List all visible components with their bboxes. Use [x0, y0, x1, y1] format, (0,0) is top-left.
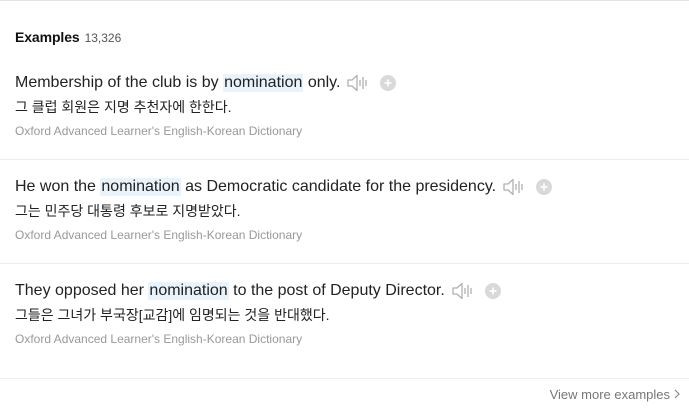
- view-more-label: View more examples: [549, 386, 670, 402]
- sentence-text: They opposed her: [15, 282, 149, 299]
- example-divider: [0, 263, 689, 264]
- plus-icon: [540, 183, 548, 191]
- add-button[interactable]: [380, 75, 397, 91]
- sentence-text: to the post of Deputy Director.: [228, 282, 445, 299]
- example-item: Membership of the club is by nomination …: [0, 70, 689, 174]
- example-item: He won the nomination as Democratic cand…: [0, 174, 689, 278]
- keyword-highlight[interactable]: nomination: [100, 178, 181, 196]
- example-translation: 그들은 그녀가 부국장[교감]에 임명되는 것을 반대했다.: [15, 307, 330, 323]
- examples-count: 13,326: [84, 31, 122, 45]
- example-translation: 그 클럽 회원은 지명 추천자에 한한다.: [15, 99, 232, 115]
- keyword-highlight[interactable]: nomination: [223, 74, 304, 92]
- sentence-text: only.: [303, 74, 341, 91]
- plus-icon: [384, 79, 392, 87]
- speaker-button[interactable]: [452, 281, 474, 301]
- sentence-text: as Democratic candidate for the presiden…: [180, 178, 497, 195]
- chevron-right-icon: [674, 389, 680, 399]
- speaker-icon: [452, 282, 472, 300]
- footer-divider: [0, 378, 689, 379]
- sentence-text: He won the: [15, 178, 101, 195]
- sentence-text: Membership of the club is by: [15, 74, 224, 91]
- speaker-icon: [503, 178, 523, 196]
- top-divider: [0, 0, 689, 1]
- example-item: They opposed her nomination to the post …: [0, 278, 689, 382]
- speaker-icon: [347, 74, 368, 92]
- examples-title: Examples: [15, 29, 80, 45]
- keyword-highlight[interactable]: nomination: [148, 282, 229, 300]
- example-divider: [0, 159, 689, 160]
- add-button[interactable]: [536, 179, 553, 195]
- speaker-button[interactable]: [347, 73, 369, 93]
- example-source: Oxford Advanced Learner's English-Korean…: [15, 332, 303, 346]
- example-sentence: They opposed her nomination to the post …: [15, 278, 501, 304]
- example-sentence: He won the nomination as Democratic cand…: [15, 174, 553, 200]
- example-translation: 그는 민주당 대통령 후보로 지명받았다.: [15, 203, 241, 219]
- plus-icon: [489, 287, 497, 295]
- example-sentence: Membership of the club is by nomination …: [15, 70, 397, 96]
- add-button[interactable]: [484, 283, 501, 299]
- examples-header: Examples 13,326: [15, 29, 121, 47]
- speaker-button[interactable]: [503, 177, 525, 197]
- example-source: Oxford Advanced Learner's English-Korean…: [15, 124, 303, 138]
- example-source: Oxford Advanced Learner's English-Korean…: [15, 228, 303, 242]
- view-more-link[interactable]: View more examples: [550, 386, 680, 402]
